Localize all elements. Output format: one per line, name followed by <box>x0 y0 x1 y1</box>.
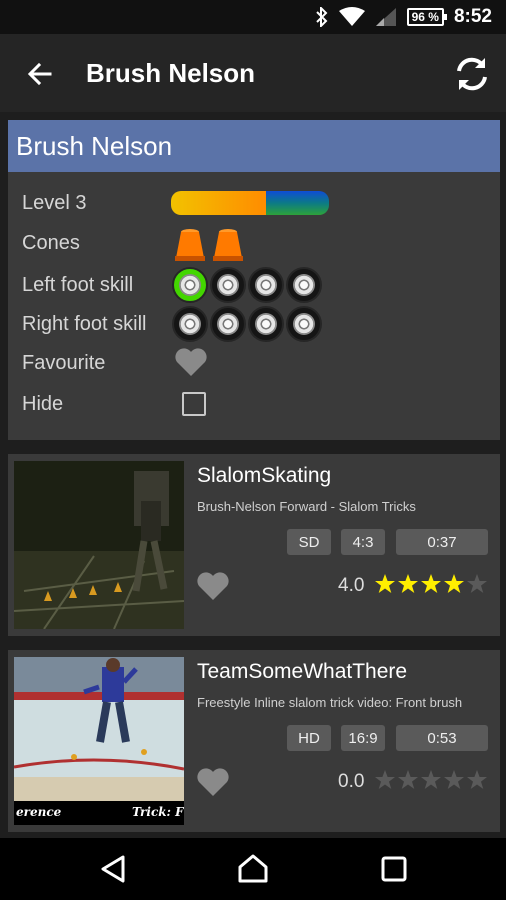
level-label: Level 3 <box>22 192 87 214</box>
hide-label: Hide <box>22 393 64 415</box>
star-icon[interactable] <box>420 573 442 595</box>
aspect-ratio-badge: 4:3 <box>341 529 385 555</box>
left-foot-skill-wheel-icon[interactable] <box>286 267 322 303</box>
star-icon[interactable] <box>466 573 488 595</box>
arrow-left-icon[interactable] <box>22 56 58 92</box>
favourite-heart-icon[interactable] <box>196 766 230 798</box>
video-card[interactable]: erence Trick: Fr TeamSomeWhatThere Frees… <box>8 650 500 832</box>
aspect-ratio-badge: 16:9 <box>341 725 385 751</box>
page-title: Brush Nelson <box>86 58 256 88</box>
duration-badge: 0:53 <box>396 725 488 751</box>
refresh-icon[interactable] <box>452 54 492 94</box>
back-triangle-icon[interactable] <box>99 854 129 884</box>
left-foot-skill-wheel-icon[interactable] <box>210 267 246 303</box>
wifi-icon <box>338 7 365 26</box>
right-foot-skill-wheel-icon[interactable] <box>210 306 246 342</box>
level-progress-bar <box>171 191 329 215</box>
cone-icon[interactable] <box>213 228 243 262</box>
status-bar: 96 % 8:52 <box>0 0 506 34</box>
cone-icon[interactable] <box>175 228 205 262</box>
signal-icon <box>375 8 396 26</box>
cones-label: Cones <box>22 232 80 254</box>
video-title: SlalomSkating <box>197 464 332 487</box>
right-foot-label: Right foot skill <box>22 313 147 335</box>
favourite-heart-icon[interactable] <box>196 570 230 602</box>
home-icon[interactable] <box>237 853 269 883</box>
video-description: Brush-Nelson Forward - Slalom Tricks <box>197 499 416 514</box>
left-foot-skill-wheel-icon[interactable] <box>248 267 284 303</box>
video-thumbnail[interactable] <box>14 461 184 629</box>
favourite-label: Favourite <box>22 352 106 374</box>
recents-icon[interactable] <box>380 855 408 883</box>
rating-stars <box>374 769 488 791</box>
thumbnail-caption-left: erence <box>16 805 62 819</box>
video-description: Freestyle Inline slalom trick video: Fro… <box>197 695 463 710</box>
video-card[interactable]: SlalomSkating Brush-Nelson Forward - Sla… <box>8 454 500 636</box>
star-icon[interactable] <box>443 573 465 595</box>
trick-header: Brush Nelson <box>8 120 500 172</box>
app-bar: Brush Nelson <box>0 34 506 112</box>
star-icon[interactable] <box>374 769 396 791</box>
left-foot-label: Left foot skill <box>22 274 134 296</box>
star-icon[interactable] <box>466 769 488 791</box>
star-icon[interactable] <box>443 769 465 791</box>
battery-icon: 96 % <box>406 8 448 26</box>
rating-value: 4.0 <box>338 575 365 596</box>
star-icon[interactable] <box>397 769 419 791</box>
trick-info-card: Brush Nelson Level 3 Cones Left foot ski… <box>8 120 500 440</box>
thumbnail-caption-right: Trick: Fr <box>132 805 184 819</box>
left-foot-skill-wheel-icon[interactable] <box>172 267 208 303</box>
quality-badge: HD <box>287 725 331 751</box>
star-icon[interactable] <box>420 769 442 791</box>
navigation-bar <box>0 838 506 900</box>
quality-badge: SD <box>287 529 331 555</box>
rating-stars <box>374 573 488 595</box>
video-thumbnail[interactable]: erence Trick: Fr <box>14 657 184 825</box>
bluetooth-icon <box>315 7 328 27</box>
trick-name: Brush Nelson <box>16 130 173 161</box>
right-foot-skill-wheel-icon[interactable] <box>172 306 208 342</box>
star-icon[interactable] <box>397 573 419 595</box>
hide-checkbox[interactable] <box>182 392 206 416</box>
duration-badge: 0:37 <box>396 529 488 555</box>
star-icon[interactable] <box>374 573 396 595</box>
favourite-heart-icon[interactable] <box>174 346 208 378</box>
video-title: TeamSomeWhatThere <box>197 660 408 683</box>
right-foot-skill-wheel-icon[interactable] <box>286 306 322 342</box>
rating-value: 0.0 <box>338 771 365 792</box>
right-foot-skill-wheel-icon[interactable] <box>248 306 284 342</box>
status-time: 8:52 <box>453 6 492 27</box>
